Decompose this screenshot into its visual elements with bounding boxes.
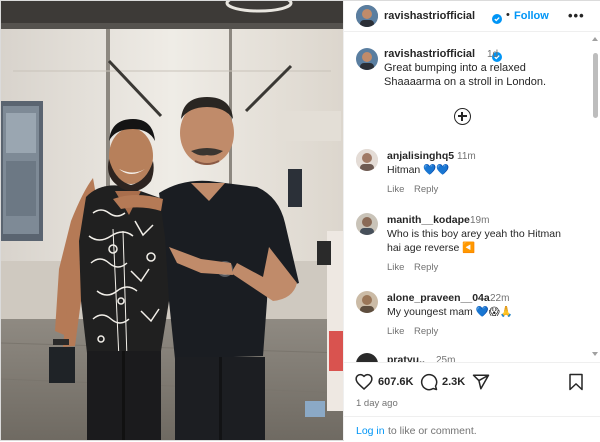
avatar-image	[356, 213, 378, 235]
commenter-avatar[interactable]	[356, 213, 378, 235]
comment-text: Hitman 💙💙	[387, 164, 450, 176]
comment-time: 25m	[436, 355, 456, 362]
caption-line-1: Great bumping into a relaxed	[384, 62, 526, 74]
header-separator: •	[506, 9, 510, 21]
comments-count[interactable]: 2.3K	[442, 376, 465, 388]
caption-time[interactable]: 1d	[487, 49, 498, 60]
comment-username[interactable]: alone_praveen__04a	[387, 292, 490, 304]
login-row: Log in to like or comment.	[344, 416, 600, 442]
comment-time: 11m	[457, 151, 476, 162]
heart-icon[interactable]	[355, 373, 373, 395]
comment-username[interactable]: manith__kodape	[387, 214, 470, 226]
likes-count[interactable]: 607.6K	[378, 376, 413, 388]
comment-icon[interactable]	[420, 373, 438, 396]
comment-text: My youngest mam 💙😱🙏	[387, 306, 513, 318]
scrollbar-thumb[interactable]	[593, 53, 598, 118]
comment-like-button[interactable]: Like	[387, 326, 404, 337]
login-prompt-text: to like or comment.	[388, 425, 477, 437]
login-link[interactable]: Log in	[356, 425, 385, 437]
comment-time: 19m	[470, 215, 490, 226]
comment-text-line-1: Who is this boy arey yeah tho Hitman	[387, 228, 561, 240]
post-actions: 607.6K 2.3K 1 day ago Log in to like or …	[344, 362, 600, 441]
post-panel: ravishastriofficial • Follow ••• ravisha…	[343, 1, 600, 441]
caption-avatar[interactable]	[356, 48, 378, 70]
caption-line-2: Shaaaarma on a stroll in London.	[384, 76, 547, 88]
comment-like-button[interactable]: Like	[387, 184, 404, 195]
commenter-avatar[interactable]	[356, 149, 378, 171]
author-avatar[interactable]	[356, 5, 378, 27]
verified-icon	[492, 11, 502, 24]
comment-username[interactable]: anjalisinghq5	[387, 150, 454, 162]
comments-scrollbar[interactable]	[593, 45, 598, 361]
avatar-image	[356, 291, 378, 313]
follow-button[interactable]: Follow	[514, 10, 549, 22]
author-username[interactable]: ravishastriofficial	[384, 10, 475, 22]
comment-text-line-2: hai age reverse ◀️	[387, 242, 476, 254]
bookmark-icon[interactable]	[568, 373, 584, 396]
posted-time[interactable]: 1 day ago	[356, 398, 398, 409]
avatar-image	[356, 5, 378, 27]
photo-illustration	[1, 1, 343, 440]
avatar-image	[356, 149, 378, 171]
comment-like-button[interactable]: Like	[387, 262, 404, 273]
caption-username[interactable]: ravishastriofficial	[384, 48, 475, 60]
post-header: ravishastriofficial • Follow •••	[344, 1, 600, 32]
share-icon[interactable]	[472, 373, 490, 396]
comment-clip: pratyu.. 25m	[344, 350, 600, 362]
comment-reply-button[interactable]: Reply	[414, 326, 438, 337]
scroll-down-arrow[interactable]	[592, 352, 598, 356]
comment-time: 22m	[490, 293, 510, 304]
comment-reply-button[interactable]: Reply	[414, 184, 438, 195]
comment-reply-button[interactable]: Reply	[414, 262, 438, 273]
post-photo[interactable]	[1, 1, 343, 440]
scroll-up-arrow[interactable]	[592, 37, 598, 41]
avatar-image	[356, 48, 378, 70]
comment-username[interactable]: pratyu..	[387, 354, 425, 362]
more-icon[interactable]: •••	[568, 8, 585, 23]
add-comment-icon[interactable]	[454, 108, 471, 125]
commenter-avatar[interactable]	[356, 353, 378, 362]
commenter-avatar[interactable]	[356, 291, 378, 313]
